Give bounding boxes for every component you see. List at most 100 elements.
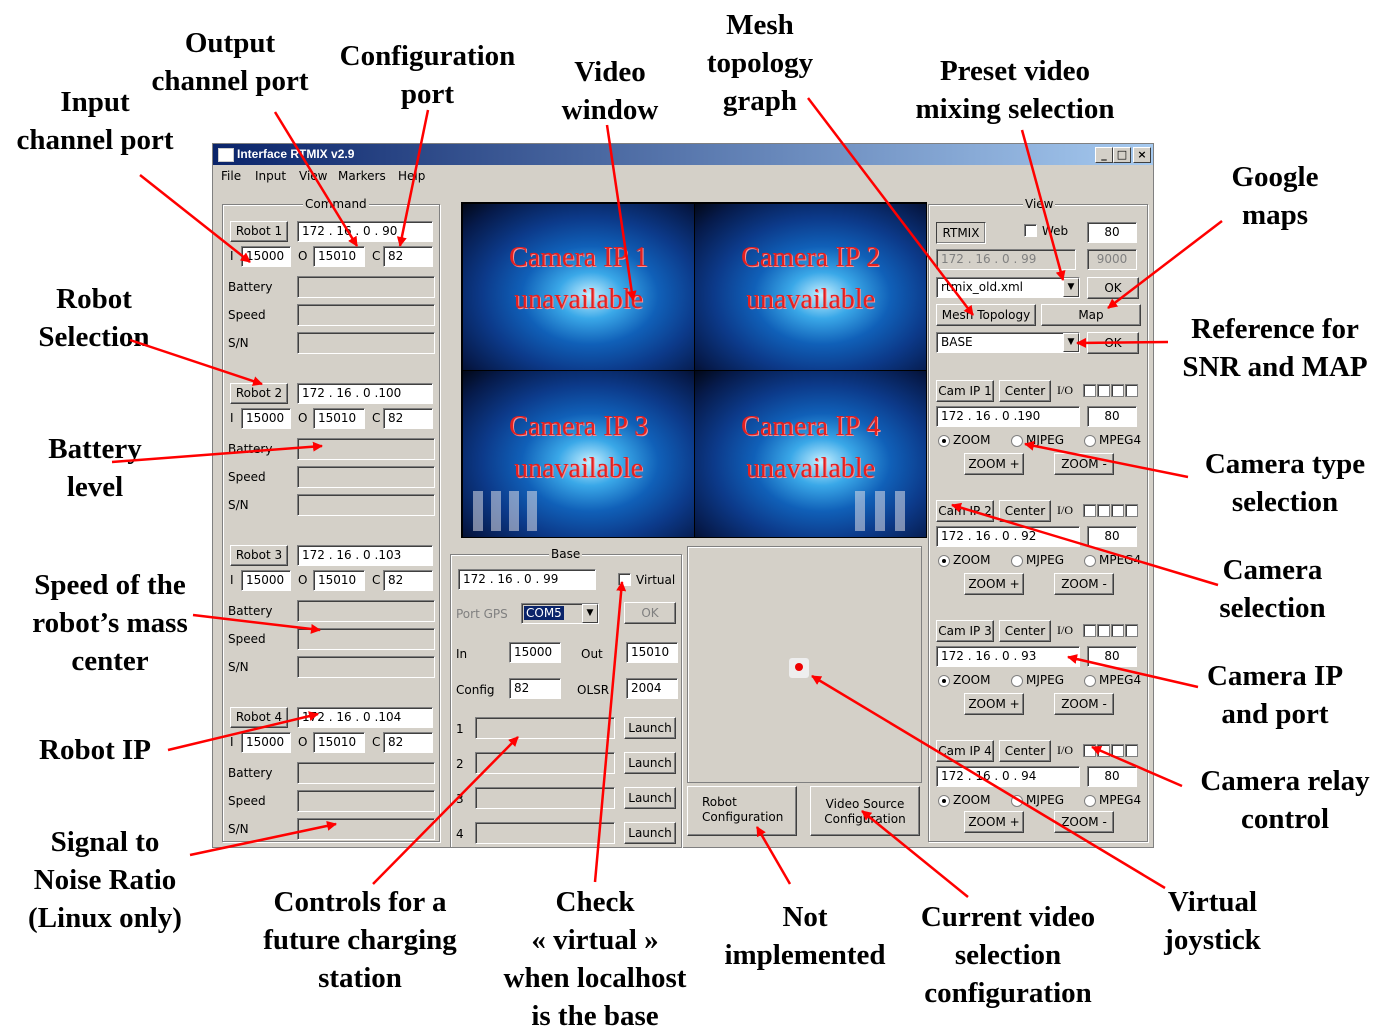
cam-4-relay-4-checkbox[interactable] [1125, 744, 1138, 757]
cam-2-relay-4-checkbox[interactable] [1125, 504, 1138, 517]
cam-2-relay-2-checkbox[interactable] [1097, 504, 1110, 517]
cam-4-mjpeg-radio[interactable] [1011, 795, 1023, 807]
robot-1-ip-field[interactable]: 172 . 16 . 0 . 90 [297, 221, 433, 242]
robot-2-button[interactable]: Robot 2 [230, 383, 288, 404]
preset-dropdown-arrow[interactable]: ▼ [1063, 278, 1079, 297]
cam-2-relay-1-checkbox[interactable] [1083, 504, 1096, 517]
cam-3-relay-3-checkbox[interactable] [1111, 624, 1124, 637]
reference-dropdown-arrow[interactable]: ▼ [1063, 333, 1079, 352]
cam-2-zoom-radio[interactable] [938, 555, 950, 567]
cam-ip-1-button[interactable]: Cam IP 1 [936, 380, 994, 402]
cam-1-zoom-out-button[interactable]: ZOOM - [1054, 453, 1114, 475]
cam-1-relay-2-checkbox[interactable] [1097, 384, 1110, 397]
cam-2-mjpeg-radio[interactable] [1011, 555, 1023, 567]
menu-input[interactable]: Input [255, 169, 286, 183]
robot-3-out-port[interactable]: 15010 [313, 570, 365, 591]
cam-1-relay-4-checkbox[interactable] [1125, 384, 1138, 397]
cam-4-zoom-in-button[interactable]: ZOOM + [964, 811, 1024, 833]
joystick-handle-icon[interactable] [789, 658, 809, 678]
robot-3-button[interactable]: Robot 3 [230, 545, 288, 566]
cam-3-zoom-out-button[interactable]: ZOOM - [1054, 693, 1114, 715]
base-olsr-field[interactable]: 2004 [626, 678, 678, 699]
cam-4-ip-field[interactable]: 172 . 16 . 0 . 94 [936, 766, 1080, 787]
base-ok-button[interactable]: OK [624, 602, 676, 624]
menu-view[interactable]: View [299, 169, 327, 183]
base-out-field[interactable]: 15010 [626, 642, 678, 663]
launch-1-button[interactable]: Launch [624, 717, 676, 739]
robot-4-in-port[interactable]: 15000 [241, 732, 291, 753]
preset-ok-button[interactable]: OK [1087, 277, 1139, 299]
robot-2-in-port[interactable]: 15000 [241, 408, 291, 429]
cam-3-relay-4-checkbox[interactable] [1125, 624, 1138, 637]
cam-1-mpeg4-radio[interactable] [1084, 435, 1096, 447]
robot-4-ip-field[interactable]: 172 . 16 . 0 .104 [297, 707, 433, 728]
cam-2-zoom-in-button[interactable]: ZOOM + [964, 573, 1024, 595]
base-ip-field[interactable]: 172 . 16 . 0 . 99 [458, 569, 596, 590]
cam-2-center-button[interactable]: Center [999, 500, 1051, 522]
cam-3-zoom-radio[interactable] [938, 675, 950, 687]
cam-3-zoom-in-button[interactable]: ZOOM + [964, 693, 1024, 715]
preset-select[interactable]: rtmix_old.xml [936, 277, 1080, 298]
camera-view-3[interactable]: Camera IP 3 unavailable [463, 371, 694, 537]
cam-4-center-button[interactable]: Center [999, 740, 1051, 762]
robot-4-out-port[interactable]: 15010 [313, 732, 365, 753]
cam-4-mpeg4-radio[interactable] [1084, 795, 1096, 807]
launch-4-button[interactable]: Launch [624, 822, 676, 844]
map-button[interactable]: Map [1041, 304, 1141, 326]
virtual-checkbox[interactable] [618, 573, 631, 586]
cam-1-zoom-in-button[interactable]: ZOOM + [964, 453, 1024, 475]
reference-ok-button[interactable]: OK [1087, 332, 1139, 354]
cam-4-port-field[interactable]: 80 [1087, 766, 1137, 787]
cam-2-mpeg4-radio[interactable] [1084, 555, 1096, 567]
robot-3-cfg-port[interactable]: 82 [383, 570, 433, 591]
cam-4-zoom-out-button[interactable]: ZOOM - [1054, 811, 1114, 833]
cam-3-relay-2-checkbox[interactable] [1097, 624, 1110, 637]
robot-1-button[interactable]: Robot 1 [230, 221, 288, 242]
cam-3-mjpeg-radio[interactable] [1011, 675, 1023, 687]
cam-1-ip-field[interactable]: 172 . 16 . 0 .190 [936, 406, 1080, 427]
cam-3-ip-field[interactable]: 172 . 16 . 0 . 93 [936, 646, 1080, 667]
title-bar[interactable]: Interface RTMIX v2.9 _ □ × [213, 144, 1153, 165]
robot-4-cfg-port[interactable]: 82 [383, 732, 433, 753]
robot-2-cfg-port[interactable]: 82 [383, 408, 433, 429]
robot-3-in-port[interactable]: 15000 [241, 570, 291, 591]
base-in-field[interactable]: 15000 [509, 642, 561, 663]
robot-1-out-port[interactable]: 15010 [313, 246, 365, 267]
cam-2-relay-3-checkbox[interactable] [1111, 504, 1124, 517]
cam-2-port-field[interactable]: 80 [1087, 526, 1137, 547]
close-button[interactable]: × [1133, 147, 1151, 163]
cam-ip-4-button[interactable]: Cam IP 4 [936, 740, 994, 762]
menu-help[interactable]: Help [398, 169, 425, 183]
robot-2-ip-field[interactable]: 172 . 16 . 0 .100 [297, 383, 433, 404]
video-source-configuration-button[interactable]: Video Source Configuration [810, 786, 920, 836]
robot-configuration-button[interactable]: Robot Configuration [687, 786, 797, 836]
cam-1-relay-1-checkbox[interactable] [1083, 384, 1096, 397]
cam-1-center-button[interactable]: Center [999, 380, 1051, 402]
virtual-joystick-area[interactable] [687, 546, 922, 783]
menu-file[interactable]: File [221, 169, 241, 183]
robot-4-button[interactable]: Robot 4 [230, 707, 288, 728]
cam-2-ip-field[interactable]: 172 . 16 . 0 . 92 [936, 526, 1080, 547]
view-port-field[interactable]: 80 [1087, 222, 1137, 243]
robot-2-out-port[interactable]: 15010 [313, 408, 365, 429]
port-gps-dropdown-arrow[interactable]: ▼ [582, 604, 598, 623]
cam-4-zoom-radio[interactable] [938, 795, 950, 807]
cam-4-relay-1-checkbox[interactable] [1083, 744, 1096, 757]
video-window[interactable]: Camera IP 1 unavailable Camera IP 2 unav… [461, 202, 927, 538]
cam-ip-2-button[interactable]: Cam IP 2 [936, 500, 994, 522]
mesh-topology-button[interactable]: Mesh Topology [936, 304, 1036, 326]
minimize-button[interactable]: _ [1095, 147, 1113, 163]
cam-2-zoom-out-button[interactable]: ZOOM - [1054, 573, 1114, 595]
cam-1-relay-3-checkbox[interactable] [1111, 384, 1124, 397]
reference-select[interactable]: BASE [936, 332, 1080, 353]
cam-3-relay-1-checkbox[interactable] [1083, 624, 1096, 637]
base-config-field[interactable]: 82 [509, 678, 561, 699]
maximize-button[interactable]: □ [1113, 147, 1131, 163]
camera-view-2[interactable]: Camera IP 2 unavailable [695, 204, 926, 370]
rtmix-button[interactable]: RTMIX [936, 222, 986, 244]
cam-3-center-button[interactable]: Center [999, 620, 1051, 642]
cam-ip-3-button[interactable]: Cam IP 3 [936, 620, 994, 642]
cam-1-mjpeg-radio[interactable] [1011, 435, 1023, 447]
camera-view-4[interactable]: Camera IP 4 unavailable [695, 371, 926, 537]
menu-markers[interactable]: Markers [338, 169, 386, 183]
